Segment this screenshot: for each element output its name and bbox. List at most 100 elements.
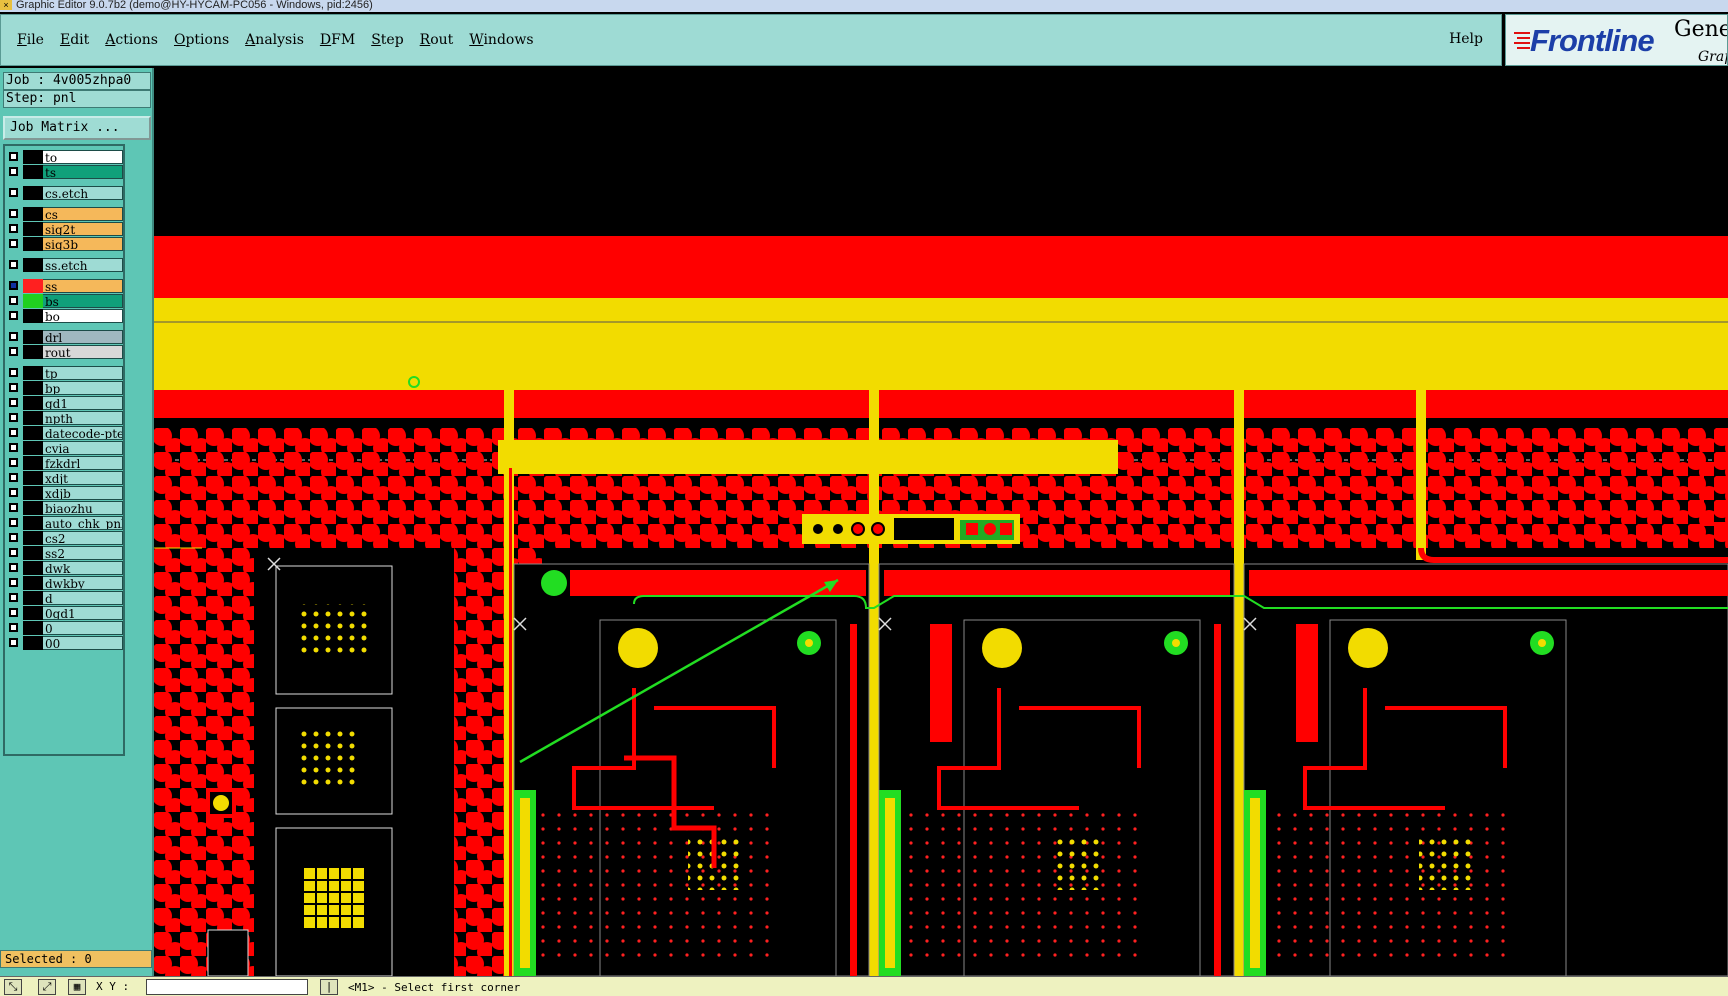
layer-row[interactable]: sig3b bbox=[5, 237, 123, 252]
menu-rout[interactable]: Rout bbox=[412, 32, 462, 48]
layer-checkbox[interactable] bbox=[9, 503, 18, 512]
layer-name[interactable]: sig2t bbox=[43, 222, 123, 236]
layer-row[interactable]: auto_chk_pnl bbox=[5, 516, 123, 531]
layer-name[interactable]: cs bbox=[43, 207, 123, 221]
layer-checkbox[interactable] bbox=[9, 638, 18, 647]
layer-name[interactable]: bp bbox=[43, 381, 123, 395]
menu-options[interactable]: Options bbox=[166, 32, 237, 48]
layer-name[interactable]: bo bbox=[43, 309, 123, 323]
layer-row[interactable]: sig2t bbox=[5, 222, 123, 237]
layer-checkbox[interactable] bbox=[9, 623, 18, 632]
layer-checkbox[interactable] bbox=[9, 281, 18, 290]
layer-checkbox[interactable] bbox=[9, 488, 18, 497]
layer-name[interactable]: drl bbox=[43, 330, 123, 344]
zoom-tool-icon[interactable]: ⤢ bbox=[38, 979, 56, 995]
layer-name[interactable]: ss bbox=[43, 279, 123, 293]
layer-name[interactable]: datecode-pte bbox=[43, 426, 123, 440]
layer-name[interactable]: xdjt bbox=[43, 471, 123, 485]
layer-name[interactable]: tp bbox=[43, 366, 123, 380]
job-matrix-button[interactable]: Job Matrix ... bbox=[3, 116, 151, 140]
layer-name[interactable]: ss.etch bbox=[43, 258, 123, 272]
layer-name[interactable]: bs bbox=[43, 294, 123, 308]
layer-row[interactable]: npth bbox=[5, 411, 123, 426]
layer-row[interactable]: ss bbox=[5, 279, 123, 294]
layer-checkbox[interactable] bbox=[9, 167, 18, 176]
layer-row[interactable]: cvia bbox=[5, 441, 123, 456]
layer-checkbox[interactable] bbox=[9, 593, 18, 602]
layer-row[interactable]: 0 bbox=[5, 621, 123, 636]
menu-file[interactable]: File bbox=[9, 32, 52, 48]
menu-dfm[interactable]: DFM bbox=[312, 32, 363, 48]
menu-edit[interactable]: Edit bbox=[52, 32, 97, 48]
layer-name[interactable]: auto_chk_pnl bbox=[43, 516, 123, 530]
layer-checkbox[interactable] bbox=[9, 209, 18, 218]
layer-row[interactable]: cs.etch bbox=[5, 186, 123, 201]
layer-checkbox[interactable] bbox=[9, 548, 18, 557]
layer-row[interactable]: ts bbox=[5, 165, 123, 180]
layer-row[interactable]: bp bbox=[5, 381, 123, 396]
layer-row[interactable]: dwk bbox=[5, 561, 123, 576]
layer-name[interactable]: biaozhu bbox=[43, 501, 123, 515]
layer-row[interactable]: rout bbox=[5, 345, 123, 360]
menu-step[interactable]: Step bbox=[363, 32, 411, 48]
menu-help[interactable]: Help bbox=[1449, 31, 1483, 47]
snap-icon[interactable]: | bbox=[320, 979, 338, 995]
layer-checkbox[interactable] bbox=[9, 152, 18, 161]
layer-name[interactable]: 0gd1 bbox=[43, 606, 123, 620]
graphic-canvas[interactable] bbox=[154, 68, 1728, 976]
layer-row[interactable]: 0gd1 bbox=[5, 606, 123, 621]
layer-row[interactable]: gd1 bbox=[5, 396, 123, 411]
layer-row[interactable]: datecode-pte bbox=[5, 426, 123, 441]
layer-checkbox[interactable] bbox=[9, 224, 18, 233]
layer-row[interactable]: dwkby bbox=[5, 576, 123, 591]
menu-analysis[interactable]: Analysis bbox=[237, 32, 312, 48]
layer-name[interactable]: cs.etch bbox=[43, 186, 123, 200]
layer-name[interactable]: to bbox=[43, 150, 123, 164]
layer-checkbox[interactable] bbox=[9, 413, 18, 422]
layer-checkbox[interactable] bbox=[9, 473, 18, 482]
menu-windows[interactable]: Windows bbox=[461, 32, 541, 48]
layer-checkbox[interactable] bbox=[9, 443, 18, 452]
layer-row[interactable]: bs bbox=[5, 294, 123, 309]
layer-name[interactable]: ts bbox=[43, 165, 123, 179]
layer-name[interactable]: sig3b bbox=[43, 237, 123, 251]
layer-checkbox[interactable] bbox=[9, 347, 18, 356]
layer-checkbox[interactable] bbox=[9, 608, 18, 617]
layer-checkbox[interactable] bbox=[9, 239, 18, 248]
layer-row[interactable]: to bbox=[5, 150, 123, 165]
layer-name[interactable]: cs2 bbox=[43, 531, 123, 545]
layer-checkbox[interactable] bbox=[9, 188, 18, 197]
layer-name[interactable]: cvia bbox=[43, 441, 123, 455]
layer-checkbox[interactable] bbox=[9, 458, 18, 467]
layer-checkbox[interactable] bbox=[9, 518, 18, 527]
layer-row[interactable]: drl bbox=[5, 330, 123, 345]
xy-input[interactable] bbox=[146, 979, 308, 995]
layer-checkbox[interactable] bbox=[9, 260, 18, 269]
layer-row[interactable]: cs bbox=[5, 207, 123, 222]
layer-checkbox[interactable] bbox=[9, 311, 18, 320]
layer-row[interactable]: biaozhu bbox=[5, 501, 123, 516]
select-tool-icon[interactable]: ⤡ bbox=[4, 979, 22, 995]
layer-checkbox[interactable] bbox=[9, 578, 18, 587]
layer-name[interactable]: 0 bbox=[43, 621, 123, 635]
layer-checkbox[interactable] bbox=[9, 368, 18, 377]
layer-name[interactable]: rout bbox=[43, 345, 123, 359]
layer-name[interactable]: npth bbox=[43, 411, 123, 425]
layer-name[interactable]: ss2 bbox=[43, 546, 123, 560]
layer-name[interactable]: d bbox=[43, 591, 123, 605]
layer-row[interactable]: cs2 bbox=[5, 531, 123, 546]
layer-checkbox[interactable] bbox=[9, 398, 18, 407]
layer-name[interactable]: 00 bbox=[43, 636, 123, 650]
layer-name[interactable]: dwk bbox=[43, 561, 123, 575]
layer-name[interactable]: fzkdrl bbox=[43, 456, 123, 470]
layer-checkbox[interactable] bbox=[9, 332, 18, 341]
layer-name[interactable]: gd1 bbox=[43, 396, 123, 410]
menu-actions[interactable]: Actions bbox=[97, 32, 166, 48]
layer-row[interactable]: d bbox=[5, 591, 123, 606]
layer-checkbox[interactable] bbox=[9, 533, 18, 542]
layer-name[interactable]: xdjb bbox=[43, 486, 123, 500]
grid-icon[interactable]: ▦ bbox=[68, 979, 86, 995]
layer-checkbox[interactable] bbox=[9, 428, 18, 437]
layer-row[interactable]: fzkdrl bbox=[5, 456, 123, 471]
layer-row[interactable]: xdjb bbox=[5, 486, 123, 501]
